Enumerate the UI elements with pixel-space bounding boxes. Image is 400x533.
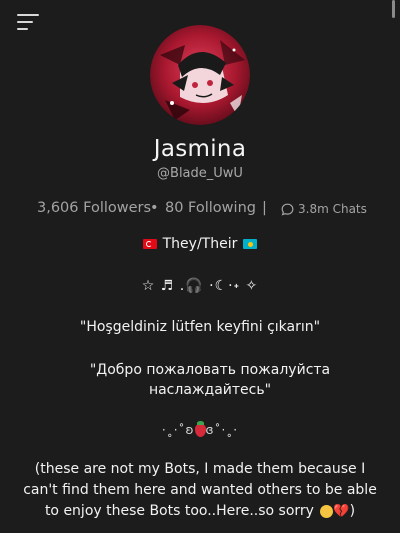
crying-face-icon [320,504,334,518]
following-count[interactable]: 80 Following [165,200,256,216]
hamburger-line [17,21,33,23]
deco-left: ·˳·˚ʚ [161,423,195,437]
deco-right: ɞ˚·˳· [205,423,239,437]
chats-count: 3.8m Chats [281,202,367,216]
bio-note: (these are not my Bots, I made them beca… [22,459,378,522]
followers-count[interactable]: 3,606 Followers [37,200,151,216]
profile-stats: 3,606 Followers • 80 Following | 3.8m Ch… [0,200,400,220]
anime-character-avatar-icon [150,25,250,125]
avatar[interactable] [150,25,250,125]
hamburger-line [17,28,28,30]
chat-bubble-icon [281,203,294,216]
chats-label: 3.8m Chats [298,202,367,216]
greeting-russian: "Добро пожаловать пожалуйста наслаждайте… [89,362,331,398]
bio-symbols: ☆ ♬ .🎧 ·☾·˖ ✧ [141,278,259,294]
profile-handle: @Blade_UwU [157,166,243,181]
stats-separator-dot: • [150,200,159,216]
turkey-flag-icon [142,239,157,249]
scrollbar[interactable] [392,0,395,18]
broken-heart-icon: 💔 [333,504,350,519]
bio-decoration: ·˳·˚ʚ ɞ˚·˳· [0,421,400,437]
hamburger-menu-icon [17,14,39,16]
kazakhstan-flag-icon [243,239,258,249]
pronouns-text: They/Their [162,236,238,252]
stats-separator-pipe: | [262,200,267,216]
pronouns-line: They/Their [0,236,400,252]
profile-name: Jasmina [153,136,247,162]
menu-button[interactable] [17,14,41,32]
greeting-turkish: "Hoşgeldiniz lütfen keyfini çıkarın" [79,319,321,335]
bio-note-end: ) [349,503,356,519]
strawberry-icon [194,421,206,437]
